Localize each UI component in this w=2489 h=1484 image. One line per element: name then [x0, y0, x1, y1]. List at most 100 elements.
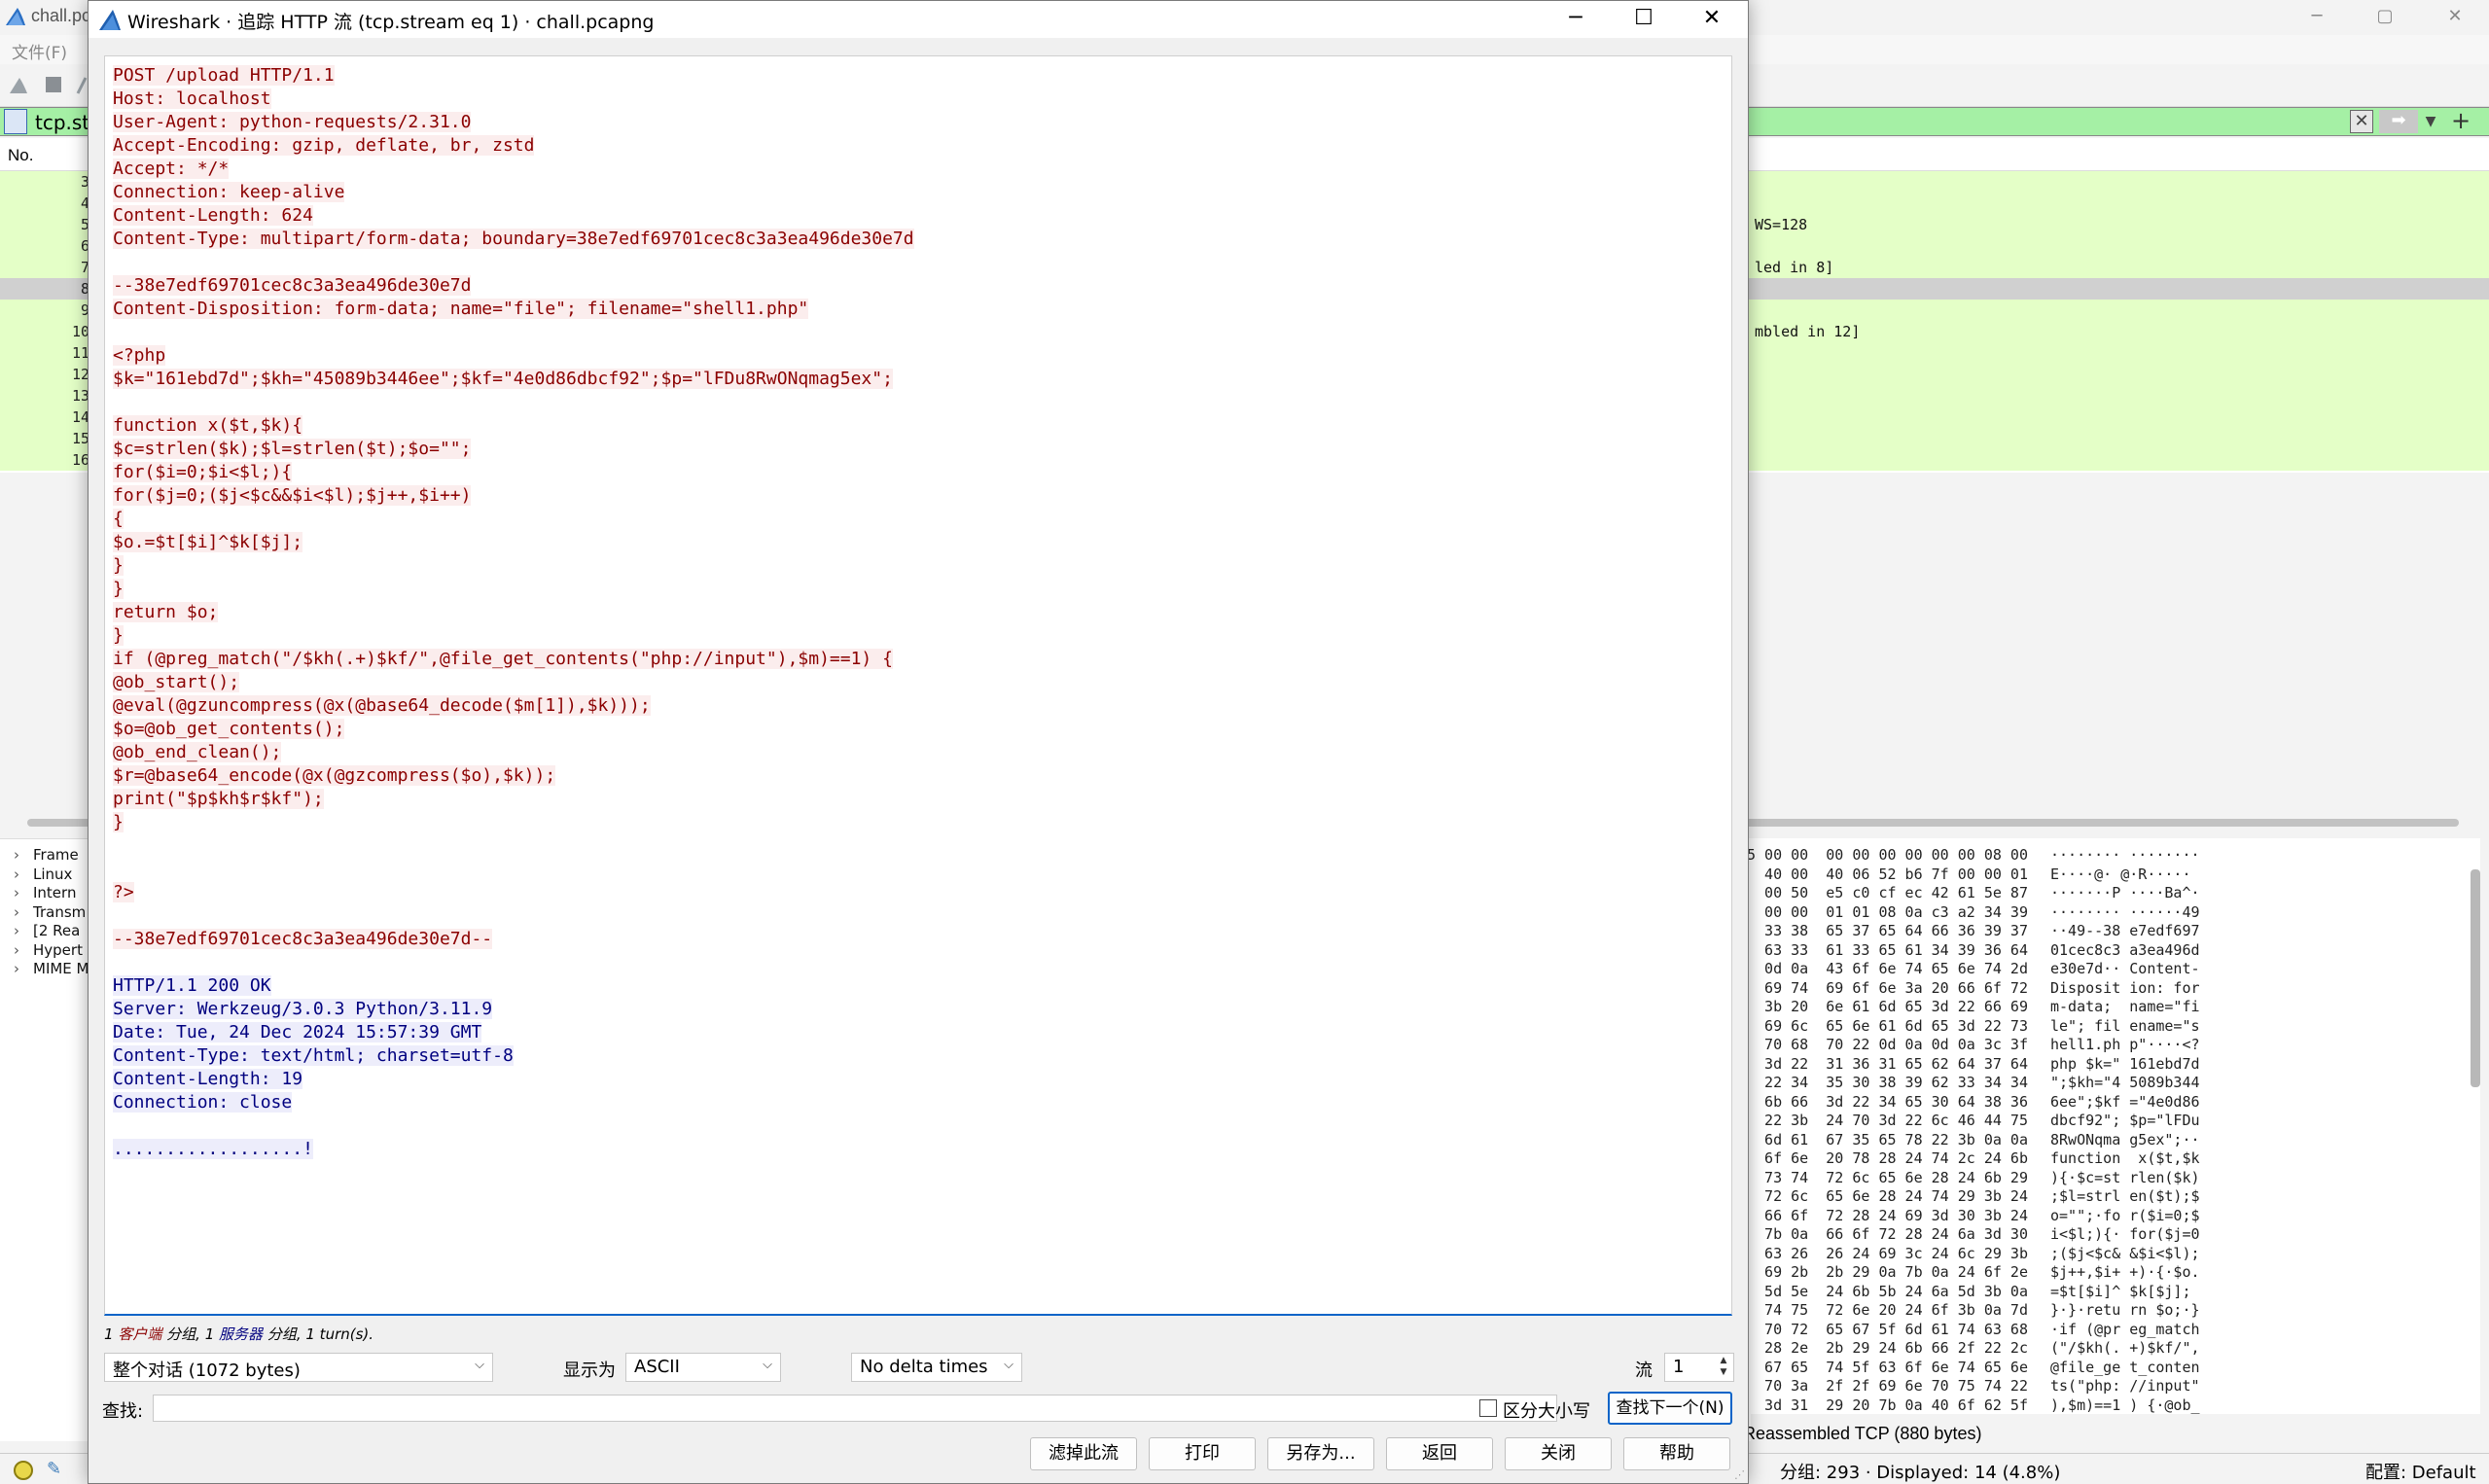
close-button[interactable]: 关闭 — [1505, 1437, 1612, 1470]
bytes-hex[interactable]: 67 65 74 5f 63 6f 6e 74 65 6e — [1747, 1359, 2028, 1378]
details-tree-item[interactable]: › [2 Rea — [14, 922, 80, 939]
bytes-hex[interactable]: 69 6c 65 6e 61 6d 65 3d 22 73 — [1747, 1017, 2028, 1037]
spin-up-icon[interactable]: ▲ — [1716, 1356, 1731, 1365]
bytes-ascii[interactable]: i<$l;){· for($j=0 — [2050, 1225, 2200, 1245]
details-tree-item[interactable]: › MIME M — [14, 960, 89, 977]
bookmark-icon[interactable] — [4, 109, 27, 134]
bytes-hex[interactable]: 22 3b 24 70 3d 22 6c 46 44 75 — [1747, 1112, 2028, 1131]
bytes-hex[interactable]: 0d 0a 43 6f 6e 74 65 6e 74 2d — [1747, 960, 2028, 979]
stop-capture-icon[interactable] — [43, 74, 64, 95]
menu-file[interactable]: 文件(F) — [12, 39, 67, 63]
bytes-hex[interactable]: 72 6c 65 6e 28 24 74 29 3b 24 — [1747, 1187, 2028, 1207]
chevron-right-icon[interactable]: › — [14, 884, 33, 901]
clear-filter-icon[interactable]: ✕ — [2350, 110, 2373, 133]
bytes-ascii[interactable]: $j++,$i+ +)·{·$o. — [2050, 1263, 2200, 1283]
bytes-ascii[interactable]: 01cec8c3 a3ea496d — [2050, 941, 2200, 961]
bytes-ascii[interactable]: ·if (@pr eg_match — [2050, 1321, 2200, 1340]
bytes-tab-label[interactable]: Reassembled TCP (880 bytes) — [1743, 1424, 1981, 1444]
status-profile[interactable]: 配置: Default — [2365, 1459, 2476, 1484]
bytes-ascii[interactable]: hell1.ph p"····<? — [2050, 1036, 2200, 1055]
back-button[interactable]: 返回 — [1386, 1437, 1493, 1470]
bytes-ascii[interactable]: m-data; name="fi — [2050, 998, 2200, 1017]
details-tree-item[interactable]: › Linux — [14, 866, 72, 883]
main-close-button[interactable]: ✕ — [2426, 2, 2484, 31]
spin-down-icon[interactable]: ▼ — [1716, 1367, 1731, 1377]
bytes-ascii[interactable]: E····@· @·R····· — [2050, 866, 2191, 885]
help-button[interactable]: 帮助 — [1623, 1437, 1730, 1470]
start-capture-icon[interactable] — [8, 74, 29, 95]
bytes-hex[interactable]: 69 2b 2b 29 0a 7b 0a 24 6f 2e — [1747, 1263, 2028, 1283]
bytes-ascii[interactable]: ;$l=strl en($t);$ — [2050, 1187, 2200, 1207]
bytes-ascii[interactable]: Disposit ion: for — [2050, 979, 2200, 999]
main-maximize-button[interactable]: ▢ — [2356, 2, 2414, 31]
conversation-select[interactable]: 整个对话 (1072 bytes) ⌵ — [104, 1353, 493, 1382]
edit-comment-icon[interactable]: ✎ — [47, 1459, 68, 1480]
bytes-hex[interactable]: 70 68 70 22 0d 0a 0d 0a 3c 3f — [1747, 1036, 2028, 1055]
bytes-hex[interactable]: 3d 22 31 36 31 65 62 64 37 64 — [1747, 1055, 2028, 1075]
bytes-hex[interactable]: 69 74 69 6f 6e 3a 20 66 6f 72 — [1747, 979, 2028, 999]
stream-number-spinbox[interactable]: 1 ▲ ▼ — [1664, 1353, 1734, 1382]
save-as-button[interactable]: 另存为... — [1267, 1437, 1374, 1470]
bytes-hex[interactable]: 70 3a 2f 2f 69 6e 70 75 74 22 — [1747, 1377, 2028, 1396]
bytes-hex[interactable]: 74 75 72 6e 20 24 6f 3b 0a 7d — [1747, 1301, 2028, 1321]
bytes-hex[interactable]: 70 72 65 67 5f 6d 61 74 63 68 — [1747, 1321, 2028, 1340]
bytes-hex[interactable]: 00 00 01 01 08 0a c3 a2 34 39 — [1747, 903, 2028, 923]
details-tree-item[interactable]: › Transm — [14, 903, 86, 921]
bytes-ascii[interactable]: ··49--38 e7edf697 — [2050, 922, 2200, 941]
dialog-maximize-button[interactable]: ☐ — [1612, 1, 1676, 38]
bytes-hex[interactable]: 00 50 e5 c0 cf ec 42 61 5e 87 — [1747, 884, 2028, 903]
bytes-ascii[interactable]: ),$m)==1 ) {·@ob_ — [2050, 1396, 2200, 1416]
filter-out-button[interactable]: 滤掉此流 — [1030, 1437, 1137, 1470]
chevron-right-icon[interactable]: › — [14, 866, 33, 883]
bytes-ascii[interactable]: 6ee";$kf ="4e0d86 — [2050, 1093, 2200, 1113]
details-tree-item[interactable]: › Frame — [14, 846, 79, 864]
dialog-minimize-button[interactable]: ─ — [1544, 1, 1608, 38]
bytes-hex[interactable]: 6b 66 3d 22 34 65 30 64 38 36 — [1747, 1093, 2028, 1113]
chevron-right-icon[interactable]: › — [14, 960, 33, 977]
bytes-ascii[interactable]: o="";·fo r($i=0;$ — [2050, 1207, 2200, 1226]
apply-filter-icon[interactable]: ➡ — [2379, 110, 2418, 133]
bytes-ascii[interactable]: ········ ········ — [2050, 846, 2200, 866]
bytes-ascii[interactable]: =$t[$i]^ $k[$j]; — [2050, 1283, 2191, 1302]
print-button[interactable]: 打印 — [1149, 1437, 1256, 1470]
bytes-hex[interactable]: 66 6f 72 28 24 69 3d 30 3b 24 — [1747, 1207, 2028, 1226]
stream-content[interactable]: POST /upload HTTP/1.1 Host: localhost User… — [104, 55, 1732, 1316]
bytes-hex[interactable]: 5 00 00 00 00 00 00 00 00 08 00 — [1747, 846, 2028, 866]
find-next-button[interactable]: 查找下一个(N) — [1608, 1392, 1732, 1425]
bytes-ascii[interactable]: ········ ······49 — [2050, 903, 2200, 923]
bytes-ascii[interactable]: le"; fil ename="s — [2050, 1017, 2200, 1037]
bytes-hex[interactable]: 63 33 61 33 65 61 34 39 36 64 — [1747, 941, 2028, 961]
expert-info-icon[interactable] — [14, 1461, 33, 1480]
bytes-hex[interactable]: 3b 20 6e 61 6d 65 3d 22 66 69 — [1747, 998, 2028, 1017]
chevron-down-icon[interactable]: ▼ — [2420, 110, 2441, 133]
bytes-hex[interactable]: 5d 5e 24 6b 5b 24 6a 5d 3b 0a — [1747, 1283, 2028, 1302]
bytes-hex[interactable]: 3d 31 29 20 7b 0a 40 6f 62 5f — [1747, 1396, 2028, 1416]
chevron-right-icon[interactable]: › — [14, 846, 33, 864]
case-sensitive-checkbox[interactable] — [1479, 1399, 1497, 1417]
bytes-ascii[interactable]: dbcf92"; $p="lFDu — [2050, 1112, 2200, 1131]
bytes-hex[interactable]: 73 74 72 6c 65 6e 28 24 6b 29 — [1747, 1169, 2028, 1188]
bytes-ascii[interactable]: @file_ge t_conten — [2050, 1359, 2200, 1378]
details-tree-item[interactable]: › Intern — [14, 884, 76, 901]
bytes-ascii[interactable]: ";$kh="4 5089b344 — [2050, 1074, 2200, 1093]
bytes-ascii[interactable]: 8RwONqma g5ex";·· — [2050, 1131, 2200, 1150]
bytes-hex[interactable]: 28 2e 2b 29 24 6b 66 2f 22 2c — [1747, 1339, 2028, 1359]
bytes-hex[interactable]: 7b 0a 66 6f 72 28 24 6a 3d 30 — [1747, 1225, 2028, 1245]
chevron-right-icon[interactable]: › — [14, 903, 33, 921]
bytes-hex[interactable]: 6f 6e 20 78 28 24 74 2c 24 6b — [1747, 1149, 2028, 1169]
details-tree-item[interactable]: › Hypert — [14, 941, 83, 959]
bytes-hex[interactable]: 63 26 26 24 69 3c 24 6c 29 3b — [1747, 1245, 2028, 1264]
bytes-ascii[interactable]: ("/$kh(. +)$kf/", — [2050, 1339, 2200, 1359]
delta-times-select[interactable]: No delta times ⌵ — [851, 1353, 1022, 1382]
bytes-hex[interactable]: 40 00 40 06 52 b6 7f 00 00 01 — [1747, 866, 2028, 885]
bytes-ascii[interactable]: }·}·retu rn $o;·} — [2050, 1301, 2200, 1321]
restart-capture-icon[interactable] — [76, 74, 88, 95]
bytes-hex[interactable]: 33 38 65 37 65 64 66 36 39 37 — [1747, 922, 2028, 941]
bytes-ascii[interactable]: ·······P ····Ba^· — [2050, 884, 2200, 903]
bytes-ascii[interactable]: php $k=" 161ebd7d — [2050, 1055, 2200, 1075]
bytes-scrollbar[interactable] — [2471, 869, 2480, 1087]
bytes-hex[interactable]: 6d 61 67 35 65 78 22 3b 0a 0a — [1747, 1131, 2028, 1150]
bytes-ascii[interactable]: ;($j<$c& &$i<$l); — [2050, 1245, 2200, 1264]
chevron-right-icon[interactable]: › — [14, 922, 33, 939]
bytes-ascii[interactable]: ){·$c=st rlen($k) — [2050, 1169, 2200, 1188]
